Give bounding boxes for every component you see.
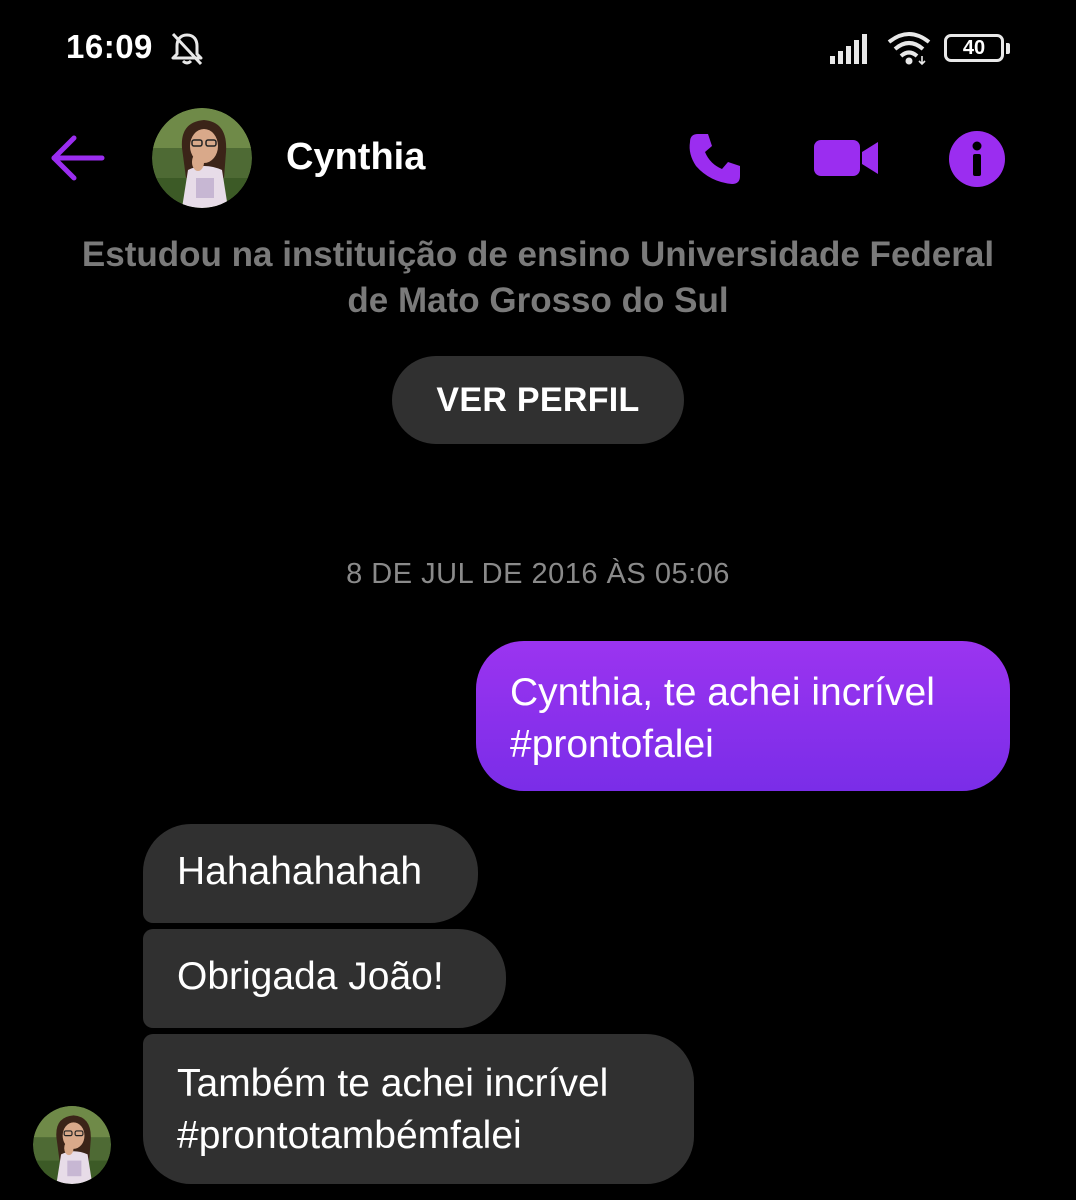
battery-level: 40 <box>962 37 986 59</box>
contact-name[interactable]: Cynthia <box>286 136 425 179</box>
message-line: Hahahahahah <box>177 850 423 893</box>
incoming-message-bubble[interactable]: Hahahahahah <box>143 824 478 923</box>
wifi-icon <box>887 32 931 66</box>
signal-icon <box>830 34 867 64</box>
view-profile-button[interactable]: VER PERFIL <box>392 356 684 444</box>
phone-icon[interactable] <box>686 130 744 188</box>
bell-off-icon <box>171 32 203 66</box>
chat-header: Cynthia <box>0 100 1076 220</box>
messenger-chat-screen: 16:09 40 Cynthia Estudou na instituição … <box>0 0 1076 1200</box>
profile-subtitle-line-1: Estudou na instituição de ensino Univers… <box>81 235 995 274</box>
message-line: Obrigada João! <box>177 955 444 998</box>
message-line: Cynthia, te achei incrível <box>510 671 935 714</box>
outgoing-message-bubble[interactable]: Cynthia, te achei incrível #prontofalei <box>476 641 1010 791</box>
message-line: Também te achei incrível <box>177 1062 609 1105</box>
contact-avatar[interactable] <box>152 108 252 208</box>
incoming-message-bubble[interactable]: Obrigada João! <box>143 929 506 1028</box>
back-arrow-icon[interactable] <box>46 130 106 186</box>
status-time: 16:09 <box>66 28 153 65</box>
profile-subtitle: Estudou na instituição de ensino Univers… <box>40 232 1036 324</box>
battery-icon: 40 <box>944 34 1014 66</box>
video-camera-icon[interactable] <box>812 134 880 182</box>
status-bar: 16:09 40 <box>0 0 1076 100</box>
message-line: #prontofalei <box>510 723 714 766</box>
conversation-timestamp: 8 DE JUL DE 2016 ÀS 05:06 <box>346 558 730 590</box>
battery-body: 40 <box>944 34 1004 62</box>
info-icon[interactable] <box>948 130 1006 188</box>
message-line: #prontotambémfalei <box>177 1114 522 1157</box>
sender-avatar[interactable] <box>33 1106 111 1184</box>
incoming-message-bubble[interactable]: Também te achei incrível #prontotambémfa… <box>143 1034 694 1184</box>
battery-cap <box>1006 43 1010 54</box>
profile-subtitle-line-2: de Mato Grosso do Sul <box>347 281 729 320</box>
